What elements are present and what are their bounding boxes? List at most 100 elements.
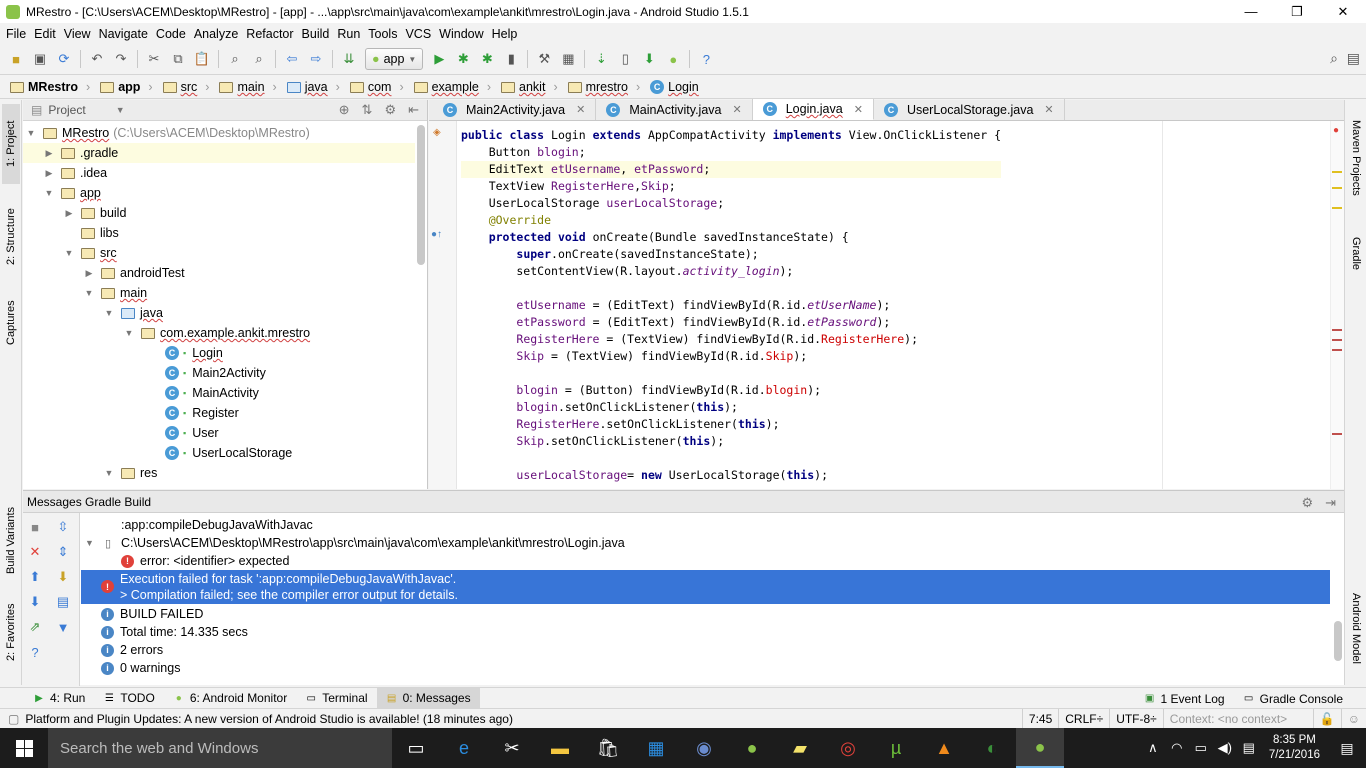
tool-windows-toggle-icon[interactable]: ▢	[8, 712, 19, 726]
calculator-icon[interactable]: ▦	[632, 728, 680, 768]
volume-icon[interactable]: ◀)	[1213, 740, 1237, 756]
snipping-tool-icon[interactable]: ✂	[488, 728, 536, 768]
implements-icon[interactable]: ◈	[433, 127, 441, 138]
menu-analyze[interactable]: Analyze	[190, 27, 242, 41]
tree-item[interactable]: C ▪ Login	[23, 343, 415, 363]
expand-arrow-icon[interactable]: ▶	[83, 268, 95, 279]
list-item[interactable]: ! Execution failed for task ':app:compil…	[81, 570, 1330, 604]
tree-item[interactable]: ▶ build	[23, 203, 415, 223]
android-studio-taskbar-icon[interactable]: ●	[728, 728, 776, 768]
list-item[interactable]: :app:compileDebugJavaWithJavac	[81, 516, 1330, 534]
hide-panel-icon[interactable]: ⇥	[1325, 495, 1336, 511]
tree-item[interactable]: ▼ main	[23, 283, 415, 303]
tab-android-monitor[interactable]: ● 6: Android Monitor	[164, 688, 296, 708]
search-everywhere-icon[interactable]: ⌕	[1330, 50, 1338, 67]
undo-icon[interactable]: ↶	[88, 50, 106, 68]
run-icon[interactable]: ▶	[430, 50, 448, 68]
tree-item[interactable]: ▼ res	[23, 463, 415, 483]
project-view-select[interactable]: Project	[48, 103, 85, 117]
export-icon[interactable]: ⬇	[55, 569, 71, 585]
cut-icon[interactable]: ✂	[145, 50, 163, 68]
replace-icon[interactable]: ⌕	[250, 50, 268, 68]
list-item[interactable]: i Total time: 14.335 secs	[81, 623, 1330, 641]
breadcrumb-item[interactable]: ankit ›	[497, 76, 564, 99]
store-icon[interactable]: 🛍	[584, 728, 632, 768]
tab-login[interactable]: C Login.java ✕	[752, 99, 874, 120]
settings-icon[interactable]: ⚙	[1301, 495, 1313, 511]
breadcrumb-item[interactable]: example ›	[410, 76, 497, 99]
tree-item[interactable]: C ▪ MainActivity	[23, 383, 415, 403]
file-explorer-icon[interactable]: ▬	[536, 728, 584, 768]
layout-toggle-icon[interactable]: ▤	[1347, 50, 1360, 67]
menu-code[interactable]: Code	[152, 27, 190, 41]
editor-gutter[interactable]: ◈ ●↑	[429, 121, 457, 489]
open-source-icon[interactable]: ⇗	[27, 619, 43, 635]
layout-icon[interactable]: ▦	[559, 50, 577, 68]
run-configuration-select[interactable]: ● app ▼	[365, 48, 424, 70]
taskbar-search[interactable]: Search the web and Windows	[48, 728, 392, 768]
tool-window-captures[interactable]: Captures	[2, 288, 20, 358]
tab-userlocalstorage[interactable]: C UserLocalStorage.java ✕	[874, 99, 1065, 120]
app-icon[interactable]: ◉	[680, 728, 728, 768]
project-structure-icon[interactable]: ⚒	[535, 50, 553, 68]
start-button[interactable]	[0, 728, 48, 768]
tree-item[interactable]: ▶ androidTest	[23, 263, 415, 283]
gradle-sync-icon[interactable]: ⇣	[592, 50, 610, 68]
task-view-icon[interactable]: ▭	[392, 728, 440, 768]
filter-icon[interactable]: ▼	[55, 619, 71, 635]
list-item[interactable]: i 0 warnings	[81, 659, 1330, 677]
hide-icon[interactable]: ⇤	[408, 102, 419, 118]
android-studio-active-icon[interactable]: ●	[1016, 728, 1064, 768]
error-stripe[interactable]: ●	[1330, 121, 1344, 489]
expand-arrow-icon[interactable]: ▼	[63, 248, 75, 258]
chevron-down-icon[interactable]: ▼	[116, 105, 125, 115]
tab-mainactivity[interactable]: C MainActivity.java ✕	[596, 99, 753, 120]
breadcrumb-item[interactable]: java ›	[283, 76, 346, 99]
tool-window-android-model[interactable]: Android Model	[1347, 578, 1365, 678]
expand-arrow-icon[interactable]: ▼	[25, 128, 37, 138]
utorrent-icon[interactable]: µ	[872, 728, 920, 768]
open-folder-icon[interactable]: ■	[7, 50, 25, 68]
sdk-manager-icon[interactable]: ⬇	[640, 50, 658, 68]
breadcrumb-item[interactable]: main ›	[215, 76, 282, 99]
network-app-icon[interactable]: ◐	[968, 728, 1016, 768]
expand-arrow-icon[interactable]: ▶	[43, 168, 55, 179]
tool-window-structure[interactable]: 2: Structure	[2, 192, 20, 282]
expand-arrow-icon[interactable]: ▶	[63, 208, 75, 219]
tab-messages[interactable]: ▤ 0: Messages	[376, 688, 480, 708]
tree-item[interactable]: ▶ .idea	[23, 163, 415, 183]
debug-icon[interactable]: ✱	[454, 50, 472, 68]
tree-item[interactable]: libs	[23, 223, 415, 243]
tree-item[interactable]: ▼ src	[23, 243, 415, 263]
menu-navigate[interactable]: Navigate	[95, 27, 152, 41]
collapse-all-icon[interactable]: ⇕	[55, 544, 71, 560]
warning-marker[interactable]	[1332, 187, 1342, 189]
sync-icon[interactable]: ⟳	[55, 50, 73, 68]
breadcrumb-item[interactable]: MRestro ›	[6, 76, 96, 99]
tab-todo[interactable]: ☰ TODO	[94, 688, 163, 708]
error-marker[interactable]	[1332, 339, 1342, 341]
clock[interactable]: 8:35 PM 7/21/2016	[1261, 733, 1328, 763]
save-icon[interactable]: ▣	[31, 50, 49, 68]
avd-manager-icon[interactable]: ▯	[616, 50, 634, 68]
menu-view[interactable]: View	[60, 27, 95, 41]
list-item[interactable]: i 2 errors	[81, 641, 1330, 659]
breadcrumb-item[interactable]: mrestro ›	[564, 76, 647, 99]
list-item[interactable]: ▼ ▯ C:\Users\ACEM\Desktop\MRestro\app\src\…	[81, 534, 1330, 552]
tree-item[interactable]: ▼ MRestro (C:\Users\ACEM\Desktop\MRestro)	[23, 123, 415, 143]
expand-arrow-icon[interactable]: ▼	[103, 468, 115, 478]
tree-item[interactable]: ▼ app	[23, 183, 415, 203]
edge-icon[interactable]: e	[440, 728, 488, 768]
tab-gradle-console[interactable]: ▭ Gradle Console	[1234, 689, 1352, 709]
project-scrollbar[interactable]	[417, 125, 425, 265]
file-encoding[interactable]: UTF-8÷	[1109, 708, 1163, 729]
expand-arrow-icon[interactable]: ▼	[83, 288, 95, 298]
vlc-icon[interactable]: ▲	[920, 728, 968, 768]
warning-marker[interactable]	[1332, 171, 1342, 173]
close-icon[interactable]: ✕	[1044, 103, 1053, 116]
error-status-icon[interactable]: ●	[1333, 125, 1339, 136]
minimize-button[interactable]: —	[1228, 0, 1274, 23]
expand-arrow-icon[interactable]: ▼	[103, 308, 115, 318]
keyboard-icon[interactable]: ▤	[1237, 740, 1261, 756]
maximize-button[interactable]: ❐	[1274, 0, 1320, 23]
